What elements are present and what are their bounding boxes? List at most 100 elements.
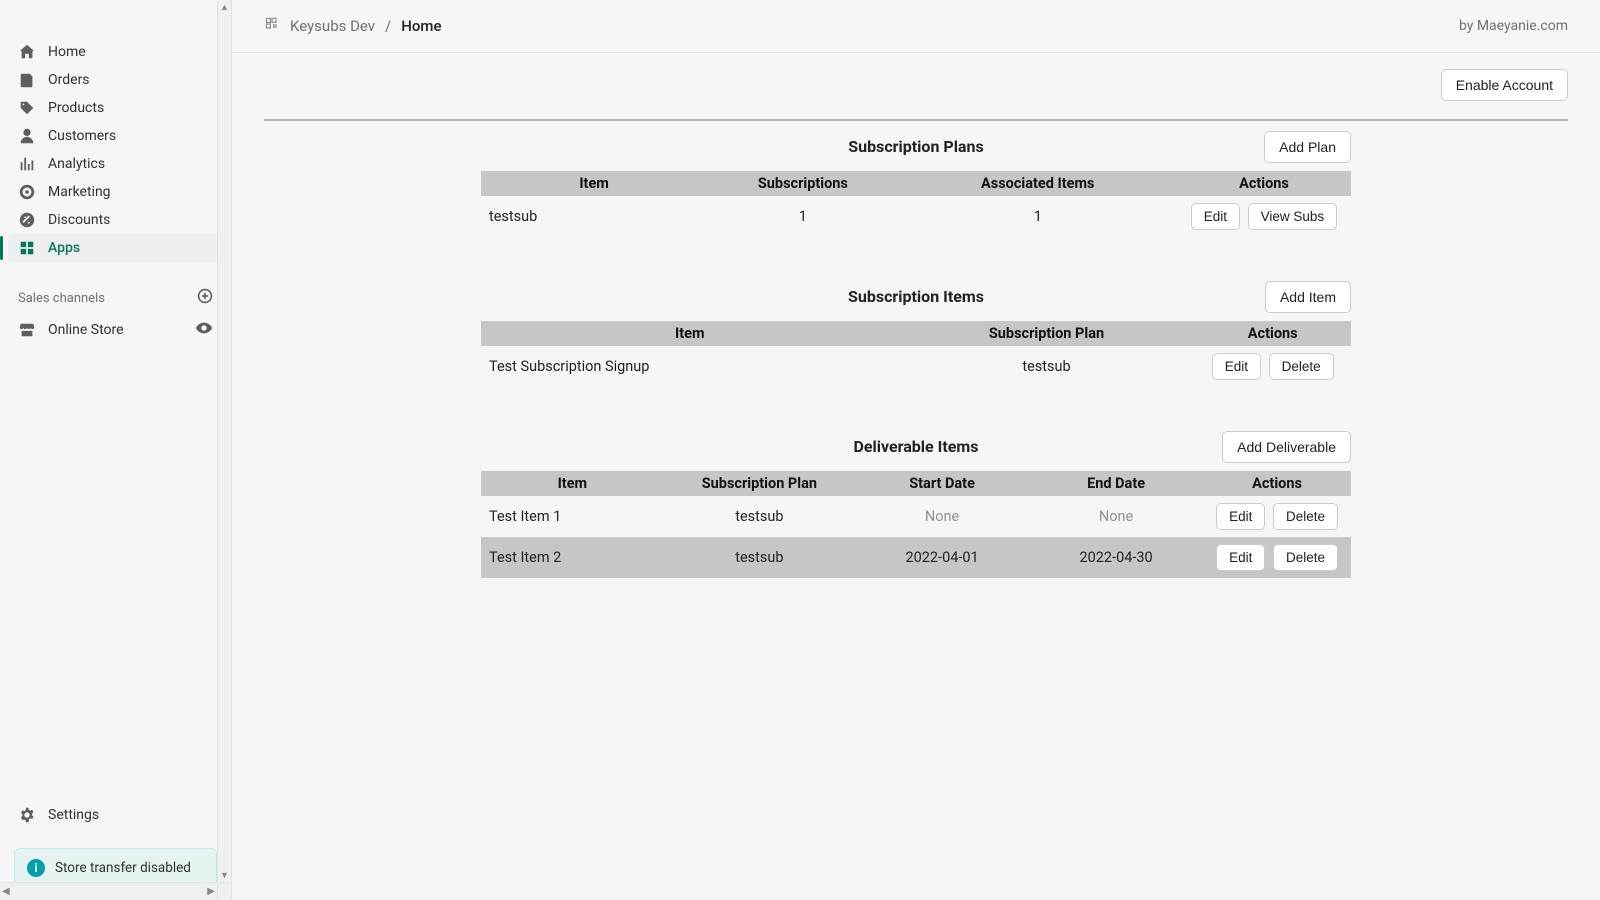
table-row: Test Item 2 testsub 2022-04-01 2022-04-3… [481, 537, 1351, 578]
cell-subscriptions: 1 [707, 196, 898, 237]
section-subscription-items: Subscription Items Add Item Item Subscri… [481, 281, 1351, 387]
cell-plan: testsub [899, 346, 1195, 387]
sidebar-item-label: Analytics [48, 156, 105, 172]
scrollbar-corner [217, 882, 231, 900]
section-subscription-plans: Subscription Plans Add Plan Item Subscri… [481, 131, 1351, 237]
cell-associated: 1 [899, 196, 1177, 237]
person-icon [18, 127, 36, 145]
col-actions: Actions [1177, 171, 1351, 196]
channel-online-store[interactable]: Online Store [0, 314, 231, 346]
edit-button[interactable]: Edit [1216, 544, 1265, 571]
add-plan-button[interactable]: Add Plan [1264, 131, 1351, 163]
vertical-scrollbar[interactable]: ▲ ▼ [217, 0, 231, 882]
sidebar-item-discounts[interactable]: Discounts [8, 206, 223, 234]
section-deliverable-items: Deliverable Items Add Deliverable Item S… [481, 431, 1351, 578]
brand-label: by Maeyanie.com [1459, 18, 1568, 34]
col-start: Start Date [855, 471, 1029, 496]
sidebar-item-label: Discounts [48, 212, 110, 228]
section-title: Deliverable Items [854, 431, 979, 456]
horizontal-scrollbar[interactable]: ◀ ▶ [0, 882, 217, 900]
analytics-icon [18, 155, 36, 173]
info-icon: i [27, 859, 45, 877]
cell-plan: testsub [664, 537, 855, 578]
add-item-button[interactable]: Add Item [1265, 281, 1351, 313]
topbar: Keysubs Dev / Home by Maeyanie.com [232, 0, 1600, 53]
deliverables-table: Item Subscription Plan Start Date End Da… [481, 471, 1351, 578]
cell-item: Test Item 2 [481, 537, 664, 578]
cell-end: None [1029, 496, 1203, 537]
sidebar: Home Orders Products Customers Analytics [0, 0, 232, 900]
sidebar-item-label: Home [48, 44, 86, 60]
cell-item: testsub [481, 196, 707, 237]
breadcrumb: Keysubs Dev / Home [264, 16, 442, 36]
channels-header: Sales channels [0, 280, 231, 314]
sidebar-item-label: Marketing [48, 184, 111, 200]
cell-item: Test Subscription Signup [481, 346, 899, 387]
settings-label: Settings [48, 807, 99, 823]
col-end: End Date [1029, 471, 1203, 496]
table-row: testsub 1 1 Edit View Subs [481, 196, 1351, 237]
section-title: Subscription Items [848, 281, 984, 306]
cell-plan: testsub [664, 496, 855, 537]
discount-icon [18, 211, 36, 229]
channels-header-label: Sales channels [18, 291, 105, 306]
edit-button[interactable]: Edit [1216, 503, 1265, 530]
col-associated: Associated Items [899, 171, 1177, 196]
col-actions: Actions [1203, 471, 1351, 496]
section-title: Subscription Plans [848, 131, 983, 156]
cell-item: Test Item 1 [481, 496, 664, 537]
sidebar-item-home[interactable]: Home [8, 38, 223, 66]
col-subscriptions: Subscriptions [707, 171, 898, 196]
cell-end: 2022-04-30 [1029, 537, 1203, 578]
breadcrumb-separator: / [385, 17, 391, 35]
eye-icon[interactable] [195, 319, 213, 341]
sidebar-item-label: Products [48, 100, 104, 116]
table-row: Test Subscription Signup testsub Edit De… [481, 346, 1351, 387]
target-icon [18, 183, 36, 201]
main: Keysubs Dev / Home by Maeyanie.com Enabl… [232, 0, 1600, 900]
col-plan: Subscription Plan [664, 471, 855, 496]
items-table: Item Subscription Plan Actions Test Subs… [481, 321, 1351, 387]
notice-text: Store transfer disabled [55, 860, 191, 876]
scroll-down-icon[interactable]: ▼ [218, 868, 231, 882]
breadcrumb-app[interactable]: Keysubs Dev [290, 17, 375, 35]
home-icon [18, 43, 36, 61]
sidebar-item-label: Apps [48, 240, 80, 256]
sidebar-item-label: Orders [48, 72, 90, 88]
sidebar-item-products[interactable]: Products [8, 94, 223, 122]
scroll-up-icon[interactable]: ▲ [218, 0, 231, 14]
scroll-left-icon[interactable]: ◀ [2, 886, 10, 897]
sidebar-item-settings[interactable]: Settings [8, 800, 223, 830]
col-item: Item [481, 471, 664, 496]
sidebar-item-analytics[interactable]: Analytics [8, 150, 223, 178]
plans-table: Item Subscriptions Associated Items Acti… [481, 171, 1351, 237]
col-item: Item [481, 321, 899, 346]
channel-label: Online Store [48, 322, 124, 338]
breadcrumb-current: Home [401, 17, 441, 35]
delete-button[interactable]: Delete [1273, 503, 1338, 530]
edit-button[interactable]: Edit [1212, 353, 1261, 380]
orders-icon [18, 71, 36, 89]
breadcrumb-app-icon [264, 16, 280, 36]
delete-button[interactable]: Delete [1273, 544, 1338, 571]
delete-button[interactable]: Delete [1269, 353, 1334, 380]
sidebar-item-label: Customers [48, 128, 116, 144]
gear-icon [18, 806, 36, 824]
sidebar-item-apps[interactable]: Apps [8, 234, 223, 262]
sidebar-item-marketing[interactable]: Marketing [8, 178, 223, 206]
col-plan: Subscription Plan [899, 321, 1195, 346]
col-actions: Actions [1194, 321, 1351, 346]
apps-icon [18, 239, 36, 257]
enable-account-button[interactable]: Enable Account [1441, 69, 1568, 101]
divider [264, 119, 1568, 121]
store-icon [18, 321, 36, 339]
add-channel-icon[interactable] [197, 288, 213, 308]
view-subs-button[interactable]: View Subs [1248, 203, 1338, 230]
cell-start: 2022-04-01 [855, 537, 1029, 578]
add-deliverable-button[interactable]: Add Deliverable [1222, 431, 1351, 463]
sidebar-item-customers[interactable]: Customers [8, 122, 223, 150]
edit-button[interactable]: Edit [1191, 203, 1240, 230]
scroll-right-icon[interactable]: ▶ [207, 886, 215, 897]
tag-icon [18, 99, 36, 117]
sidebar-item-orders[interactable]: Orders [8, 66, 223, 94]
